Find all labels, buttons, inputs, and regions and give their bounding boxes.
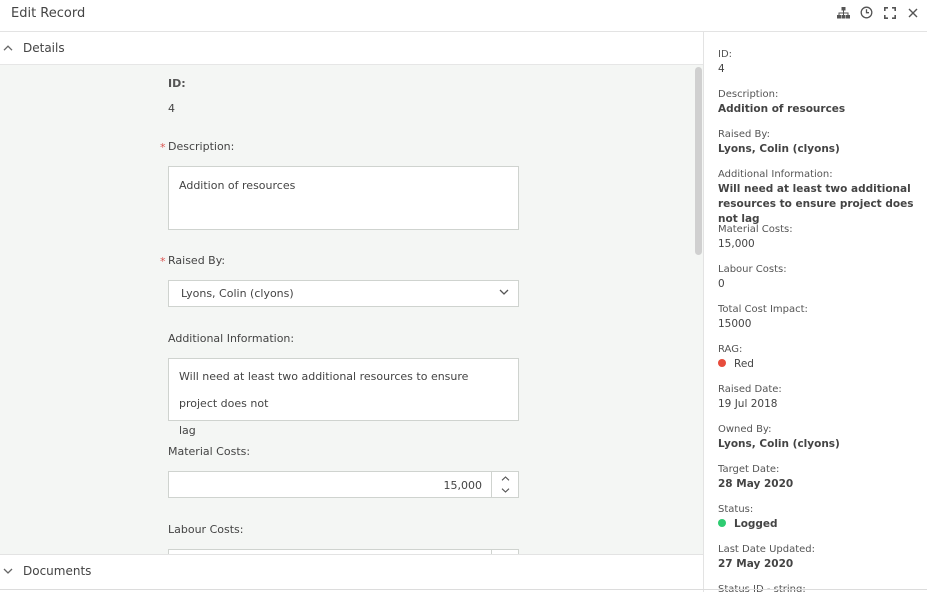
summary-label: Last Date Updated:: [718, 544, 816, 555]
summary-label: Status:: [718, 504, 754, 515]
summary-label: Target Date:: [718, 464, 780, 475]
summary-rag: RAG: Red: [718, 342, 754, 372]
chevron-up-icon: [3, 45, 13, 51]
summary-raised-by: Raised By: Lyons, Colin (clyons): [718, 127, 840, 157]
summary-label: Status ID - string:: [718, 584, 806, 592]
summary-value: Lyons, Colin (clyons): [718, 438, 840, 450]
additional-info-line: Will need at least two additional resour…: [179, 370, 469, 410]
summary-label: Description:: [718, 89, 779, 100]
summary-value: 15,000: [718, 238, 755, 250]
fullscreen-icon[interactable]: [881, 4, 898, 21]
summary-panel: ID: 4 Description: Addition of resources…: [703, 32, 927, 592]
status-dot: [718, 519, 726, 527]
summary-labour-costs: Labour Costs: 0: [718, 262, 787, 292]
summary-raised-date: Raised Date: 19 Jul 2018: [718, 382, 782, 412]
history-icon[interactable]: [858, 4, 875, 21]
description-text: Addition of resources: [179, 179, 296, 192]
id-label: ID:: [168, 77, 186, 90]
raised-by-selected: Lyons, Colin (clyons): [181, 287, 294, 300]
additional-info-label: Additional Information:: [168, 332, 295, 345]
summary-value: 15000: [718, 318, 752, 330]
additional-info-field[interactable]: Will need at least two additional resour…: [168, 358, 519, 437]
summary-material-costs: Material Costs: 15,000: [718, 222, 793, 252]
summary-label: RAG:: [718, 344, 743, 355]
material-costs-value: 15,000: [443, 479, 483, 492]
summary-value: 4: [718, 63, 725, 75]
window-title: Edit Record: [11, 6, 86, 21]
chevron-down-icon[interactable]: [501, 488, 510, 494]
description-label: Description:: [168, 140, 235, 153]
documents-section-header[interactable]: Documents: [0, 554, 703, 587]
summary-status: Status: Logged: [718, 502, 778, 532]
summary-label: Owned By:: [718, 424, 772, 435]
title-bar: Edit Record: [0, 0, 927, 32]
labour-costs-label: Labour Costs:: [168, 523, 244, 536]
summary-value: 19 Jul 2018: [718, 398, 778, 410]
summary-value: Will need at least two additional resour…: [718, 183, 914, 225]
summary-label: ID:: [718, 49, 733, 60]
raised-by-label: Raised By:: [168, 254, 226, 267]
chevron-down-icon: [499, 289, 509, 295]
summary-label: Total Cost Impact:: [718, 304, 808, 315]
close-icon[interactable]: [904, 4, 921, 21]
hierarchy-icon[interactable]: [835, 4, 852, 21]
summary-status-id: Status ID - string:: [718, 582, 806, 592]
chevron-up-icon[interactable]: [501, 475, 510, 481]
summary-description: Description: Addition of resources: [718, 87, 845, 117]
required-marker: *: [160, 141, 166, 154]
details-form: ID: 4 * Description: Addition of resourc…: [0, 65, 703, 554]
summary-total-cost-impact: Total Cost Impact: 15000: [718, 302, 808, 332]
description-field[interactable]: Addition of resources: [168, 166, 519, 230]
summary-target-date: Target Date: 28 May 2020: [718, 462, 793, 492]
summary-value: Lyons, Colin (clyons): [718, 143, 840, 155]
summary-label: Material Costs:: [718, 224, 793, 235]
summary-label: Raised Date:: [718, 384, 782, 395]
raised-by-select[interactable]: Lyons, Colin (clyons): [168, 280, 519, 307]
additional-info-line: lag: [179, 424, 196, 437]
form-scrollbar[interactable]: [695, 67, 702, 255]
window-actions: [835, 4, 921, 21]
summary-rag-row: Red: [718, 357, 754, 372]
summary-status-row: Logged: [718, 517, 778, 532]
summary-label: Additional Information:: [718, 169, 833, 180]
rag-status-dot: [718, 359, 726, 367]
details-section-header[interactable]: Details: [0, 32, 703, 65]
summary-value: Logged: [734, 518, 778, 530]
details-section-label: Details: [23, 41, 65, 55]
summary-id: ID: 4: [718, 47, 732, 77]
material-costs-label: Material Costs:: [168, 445, 251, 458]
summary-value: Red: [734, 358, 754, 370]
required-marker: *: [160, 255, 166, 268]
summary-value: 28 May 2020: [718, 478, 794, 490]
bottom-divider: [0, 589, 927, 590]
summary-additional-info: Additional Information: Will need at lea…: [718, 167, 922, 227]
summary-owned-by: Owned By: Lyons, Colin (clyons): [718, 422, 840, 452]
summary-label: Labour Costs:: [718, 264, 787, 275]
chevron-down-icon: [3, 568, 13, 574]
summary-label: Raised By:: [718, 129, 770, 140]
form-panel: Details ID: 4 * Description: Addition of…: [0, 32, 703, 592]
quantity-stepper[interactable]: [491, 472, 518, 497]
summary-last-date-updated: Last Date Updated: 27 May 2020: [718, 542, 815, 572]
id-value: 4: [168, 102, 175, 115]
documents-section-label: Documents: [23, 564, 92, 578]
summary-value: 0: [718, 278, 725, 290]
summary-value: 27 May 2020: [718, 558, 794, 570]
material-costs-input[interactable]: 15,000: [168, 471, 519, 498]
summary-value: Addition of resources: [718, 103, 846, 115]
